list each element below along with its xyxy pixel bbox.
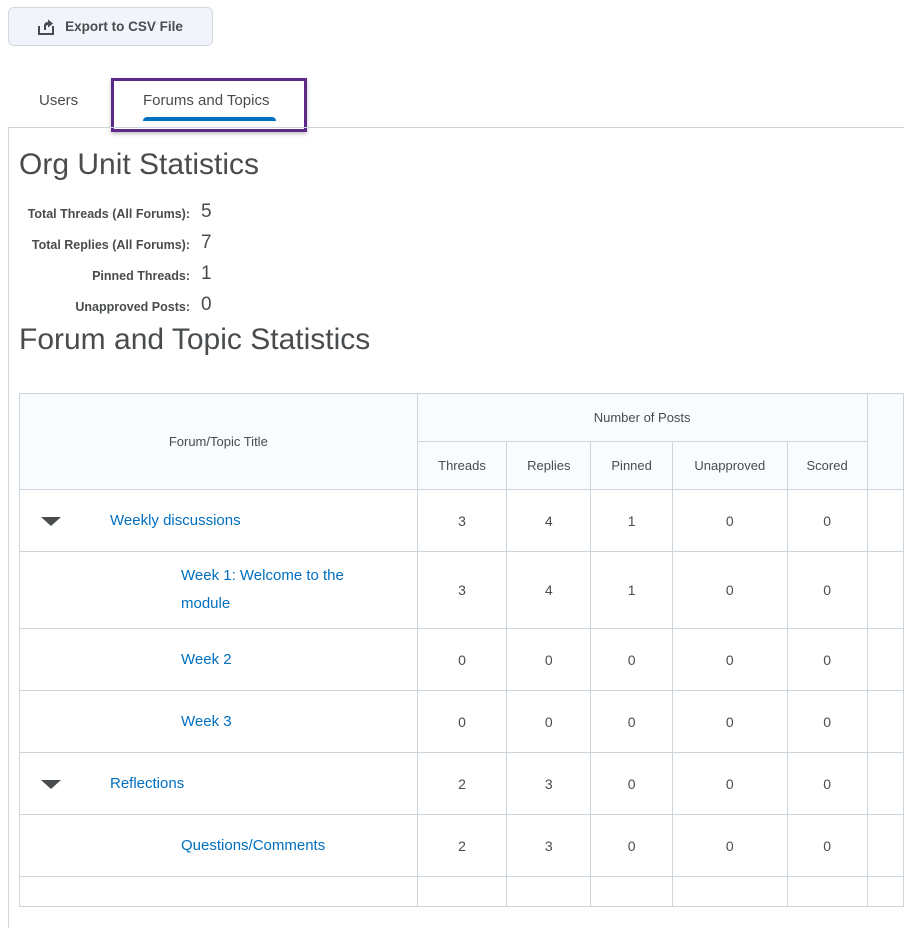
replies-count: 0: [506, 690, 592, 753]
extra-cell: [866, 752, 904, 815]
header-forum-topic-title: Forum/Topic Title: [19, 393, 418, 490]
pinned-count: 0: [590, 752, 674, 815]
unapproved-count: 0: [672, 690, 788, 753]
tab-users[interactable]: Users: [39, 76, 78, 124]
empty-cell: [416, 876, 508, 907]
empty-cell: [786, 876, 868, 907]
topic-link[interactable]: Week 2: [181, 646, 377, 674]
export-icon: [38, 19, 55, 35]
unapproved-count: 0: [672, 752, 788, 815]
stat-pinned-threads: Pinned Threads: 1: [0, 261, 400, 291]
title-cell: Week 1: Welcome to the module: [19, 551, 418, 629]
export-csv-label: Export to CSV File: [65, 19, 183, 34]
forum-link[interactable]: Reflections: [110, 770, 184, 798]
topic-row: Questions/Comments 2 3 0 0 0: [19, 814, 904, 877]
pinned-count: 1: [590, 489, 674, 552]
table-row: [19, 876, 904, 907]
unapproved-count: 0: [672, 489, 788, 552]
header-pinned: Pinned: [590, 441, 674, 490]
replies-count: 3: [506, 814, 592, 877]
stat-value: 0: [201, 294, 212, 315]
topic-link[interactable]: Week 1: Welcome to the module: [181, 562, 377, 618]
extra-cell: [866, 489, 904, 552]
scored-count: 0: [786, 752, 868, 815]
title-cell: Reflections: [19, 752, 418, 815]
stat-label: Total Threads (All Forums):: [27, 207, 190, 221]
forum-link[interactable]: Weekly discussions: [110, 507, 241, 535]
pinned-count: 1: [590, 551, 674, 629]
tab-list: Users Forums and Topics: [0, 80, 904, 128]
stat-total-replies: Total Replies (All Forums): 7: [0, 230, 400, 260]
replies-count: 4: [506, 551, 592, 629]
scored-count: 0: [786, 489, 868, 552]
stat-label: Total Replies (All Forums):: [31, 238, 190, 252]
unapproved-count: 0: [672, 551, 788, 629]
topic-link[interactable]: Questions/Comments: [181, 832, 377, 860]
stat-label: Pinned Threads:: [92, 269, 190, 283]
stat-value: 5: [201, 201, 212, 222]
topic-row: Week 200000: [19, 628, 904, 691]
title-cell: Week 3: [19, 690, 418, 753]
unapproved-count: 0: [672, 814, 788, 877]
stat-label: Unapproved Posts:: [75, 300, 190, 314]
pinned-count: 0: [590, 628, 674, 691]
empty-cell: [590, 876, 674, 907]
unapproved-count: 0: [672, 628, 788, 691]
replies-count: 4: [506, 489, 592, 552]
empty-cell: [866, 876, 904, 907]
empty-cell: [672, 876, 788, 907]
title-cell: Week 2: [19, 628, 418, 691]
forum-statistics-table: Forum/Topic Title Number of Posts Thread…: [19, 393, 904, 907]
stat-value: 7: [201, 232, 212, 253]
extra-cell: [866, 551, 904, 629]
export-csv-button[interactable]: Export to CSV File: [8, 7, 213, 46]
forum-row: Reflections 2 3 0 0 0: [19, 752, 904, 815]
org-unit-statistics-heading: Org Unit Statistics: [19, 148, 260, 181]
header-replies: Replies: [506, 441, 592, 490]
threads-count: 2: [416, 752, 508, 815]
scored-count: 0: [786, 814, 868, 877]
threads-count: 0: [416, 628, 508, 691]
empty-cell: [506, 876, 592, 907]
selected-tab-indicator: [143, 117, 276, 121]
stat-unapproved-posts: Unapproved Posts: 0: [0, 292, 400, 322]
header-extra: [866, 393, 904, 490]
title-cell: Weekly discussions: [19, 489, 418, 552]
scored-count: 0: [786, 551, 868, 629]
title-cell: Questions/Comments: [19, 814, 418, 877]
forum-topic-statistics-heading: Forum and Topic Statistics: [19, 323, 371, 356]
pinned-count: 0: [590, 814, 674, 877]
topic-row: Week 1: Welcome to the module 3 4 1 0 0: [19, 551, 904, 629]
scored-count: 0: [786, 628, 868, 691]
scored-count: 0: [786, 690, 868, 753]
topic-link[interactable]: Week 3: [181, 708, 377, 736]
topic-row: Week 300000: [19, 690, 904, 753]
extra-cell: [866, 814, 904, 877]
collapse-caret-icon[interactable]: [41, 516, 61, 526]
extra-cell: [866, 690, 904, 753]
threads-count: 2: [416, 814, 508, 877]
header-threads: Threads: [416, 441, 508, 490]
replies-count: 0: [506, 628, 592, 691]
stat-total-threads: Total Threads (All Forums): 5: [0, 199, 400, 229]
replies-count: 3: [506, 752, 592, 815]
threads-count: 3: [416, 489, 508, 552]
header-scored: Scored: [786, 441, 868, 490]
threads-count: 3: [416, 551, 508, 629]
empty-cell: [19, 876, 418, 907]
collapse-caret-icon[interactable]: [41, 779, 61, 789]
pinned-count: 0: [590, 690, 674, 753]
threads-count: 0: [416, 690, 508, 753]
header-number-of-posts: Number of Posts: [416, 393, 868, 442]
stat-value: 1: [201, 263, 212, 284]
header-unapproved: Unapproved: [672, 441, 788, 490]
extra-cell: [866, 628, 904, 691]
forum-row: Weekly discussions 3 4 1 0 0: [19, 489, 904, 552]
